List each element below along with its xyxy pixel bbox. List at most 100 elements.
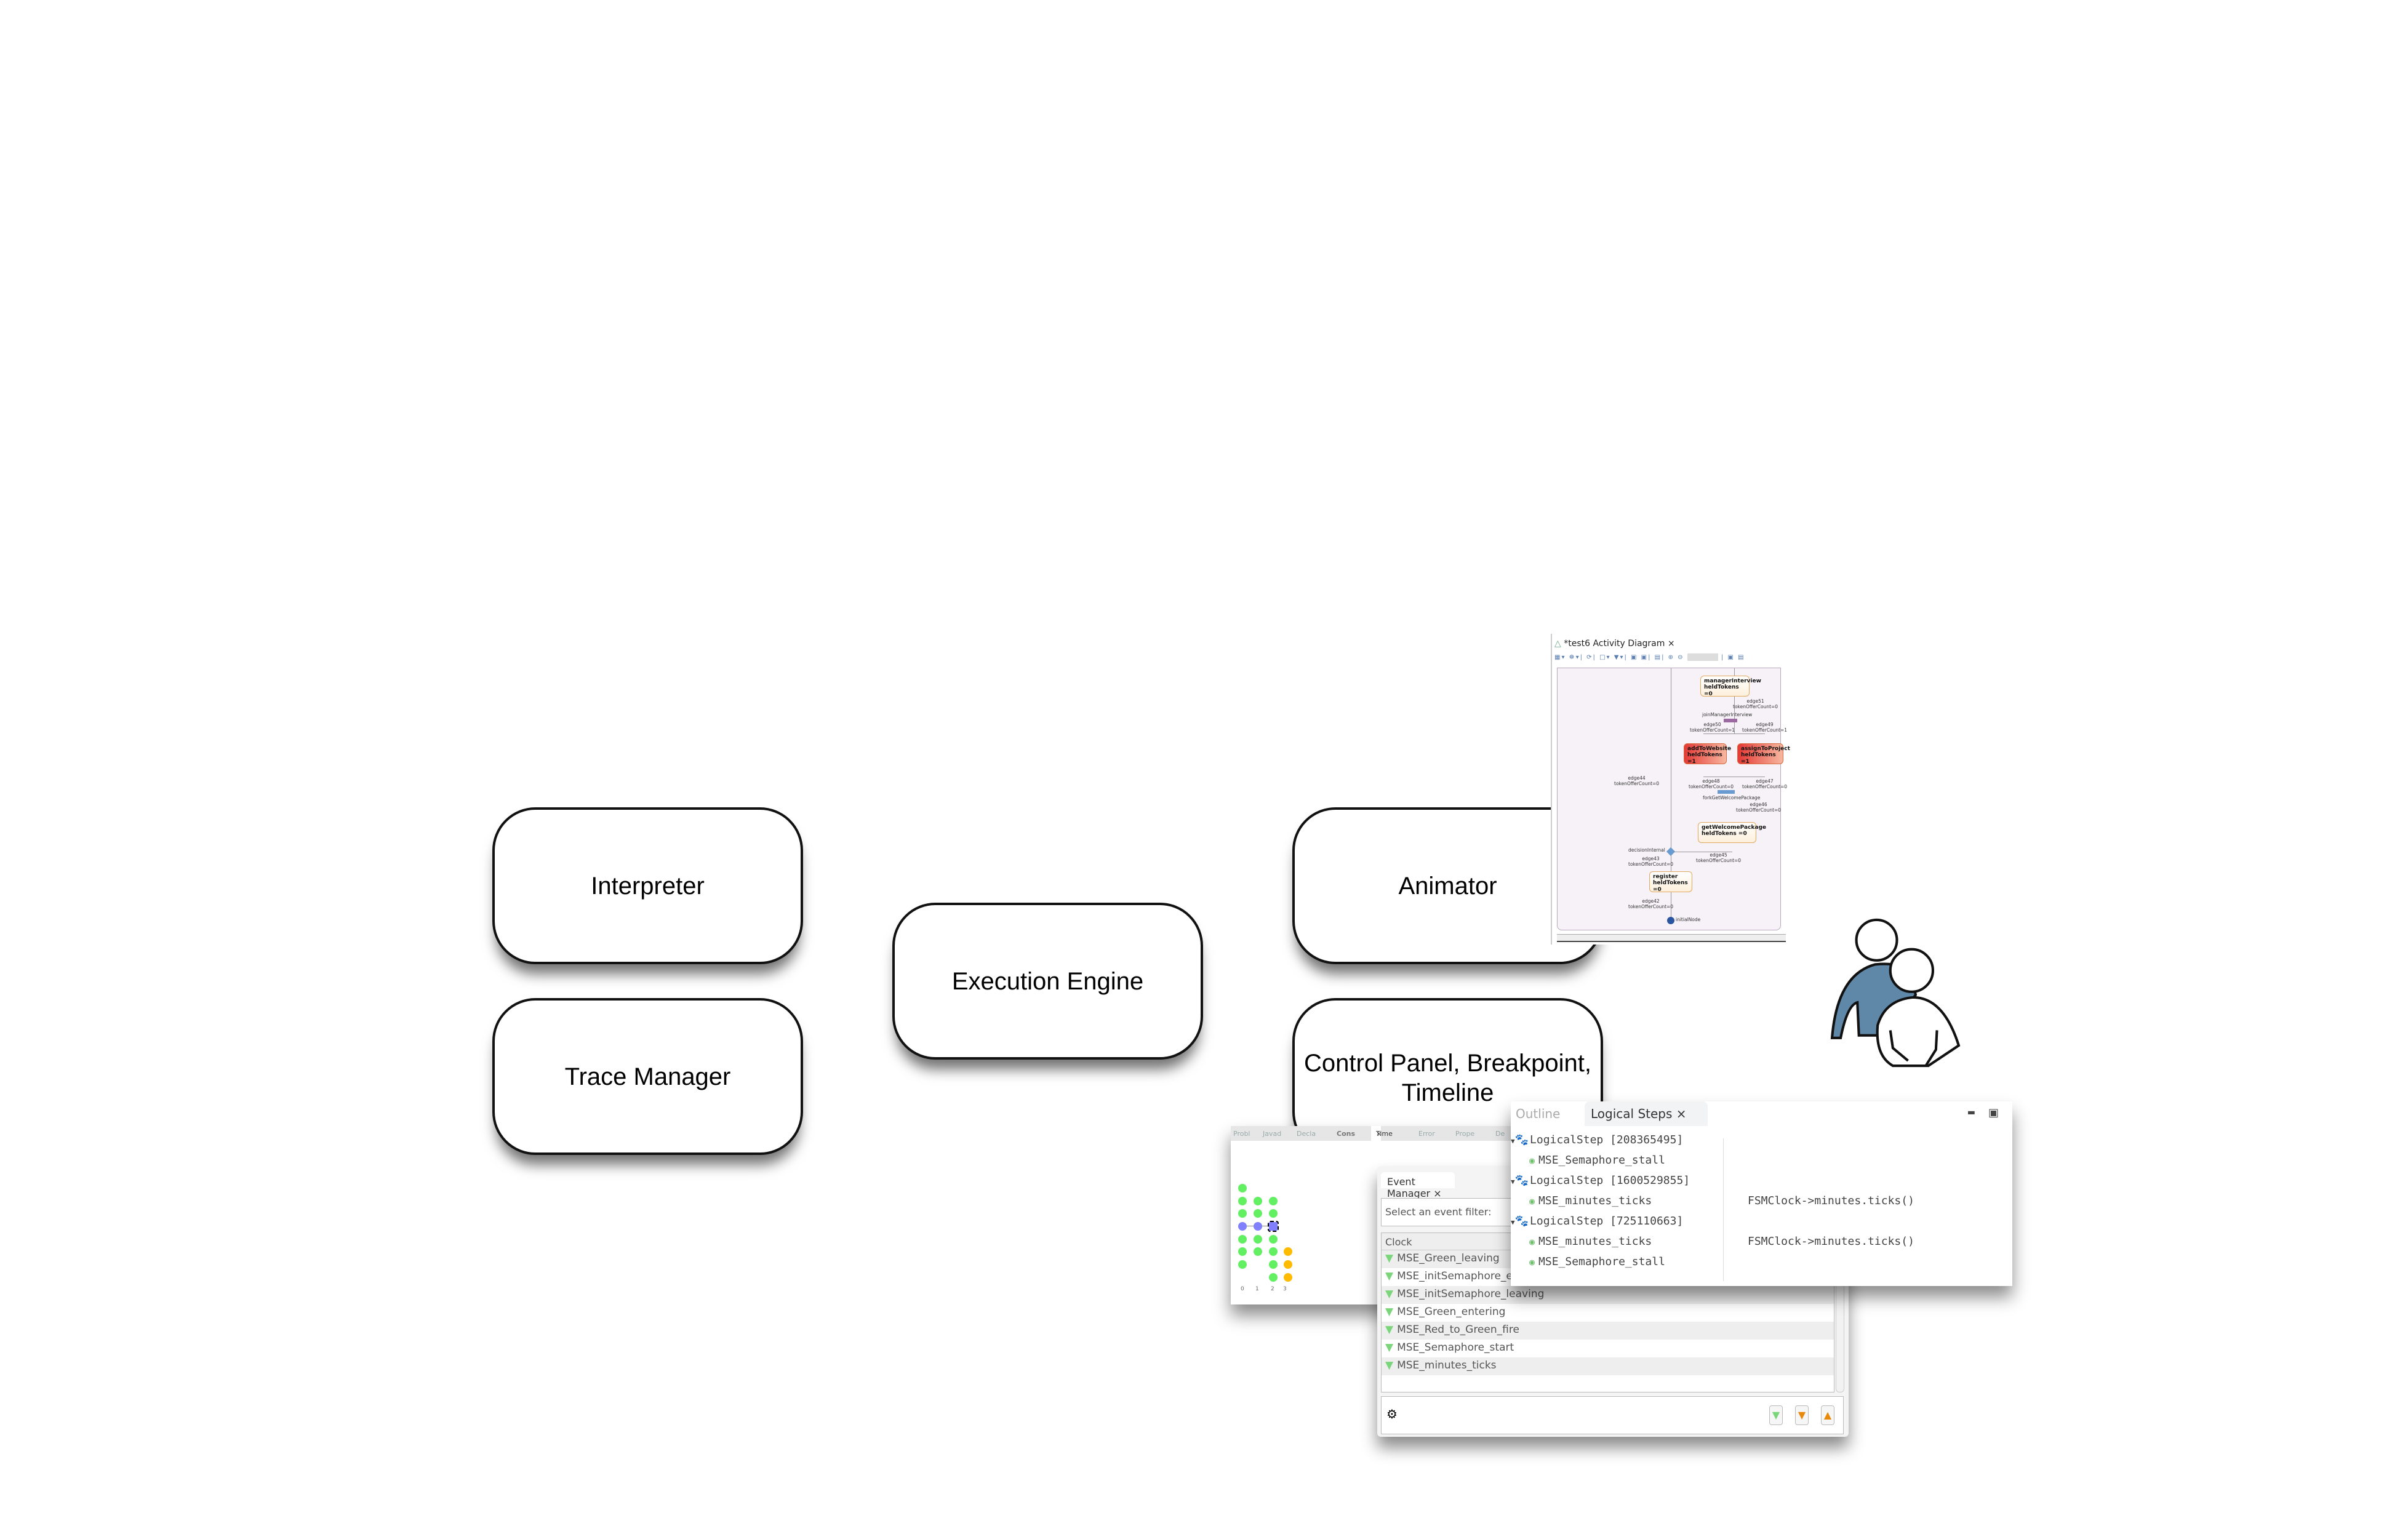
step-event-row[interactable]: ◉ MSE_Semaphore_stall xyxy=(1511,1255,1723,1276)
tab-event-manager[interactable]: Event Manager × xyxy=(1381,1172,1455,1199)
edge-label: edge51 tokenOfferCount=0 xyxy=(1733,698,1778,709)
logical-step-row[interactable]: ▼🐾 LogicalStep [1600529855] xyxy=(1511,1174,1723,1194)
expand-icon[interactable]: ▼ xyxy=(1511,1218,1515,1226)
row-label: MSE_minutes_ticks xyxy=(1538,1235,1652,1248)
close-icon[interactable]: × xyxy=(1668,639,1675,649)
step-detail: FSMClock->minutes.ticks() xyxy=(1748,1235,1914,1248)
interpreter-box: Interpreter xyxy=(492,807,803,964)
tab-timeline[interactable]: Time × xyxy=(1371,1126,1393,1141)
clock-icon: ▼ xyxy=(1385,1341,1394,1354)
row-label: MSE_Semaphore_stall xyxy=(1538,1154,1665,1167)
step-event-row[interactable]: ◉ MSE_minutes_ticks xyxy=(1511,1235,1723,1255)
node-name: managerInterview xyxy=(1704,678,1761,684)
clock-icon: ▼ xyxy=(1385,1270,1394,1282)
execution-engine-box: Execution Engine xyxy=(892,903,1203,1060)
event-label: MSE_Red_to_Green_fire xyxy=(1397,1324,1519,1336)
edge-label: edge50 tokenOfferCount=1 xyxy=(1690,722,1735,733)
horizontal-scrollbar[interactable] xyxy=(1557,934,1786,942)
fork-label: forkGetWelcomePackage xyxy=(1703,795,1761,801)
activity-node[interactable]: getWelcomePackage heldTokens =0 xyxy=(1698,822,1766,843)
diagram-icon: △ xyxy=(1554,639,1561,649)
edge-label: edge46 tokenOfferCount=0 xyxy=(1736,802,1782,813)
edge-label: edge45 tokenOfferCount=0 xyxy=(1696,852,1742,863)
step-event-row[interactable]: ◉ MSE_minutes_ticks xyxy=(1511,1194,1723,1215)
fork-bar xyxy=(1718,790,1735,794)
step-up-orange-button[interactable]: ▲ xyxy=(1821,1405,1834,1425)
initial-node xyxy=(1667,917,1674,924)
tab-javadoc[interactable]: Javad xyxy=(1263,1130,1281,1138)
expand-icon[interactable]: ▼ xyxy=(1511,1137,1515,1145)
paw-icon: 🐾 xyxy=(1514,1215,1529,1228)
decision-label: decisionInternal xyxy=(1628,847,1665,853)
animator-label: Animator xyxy=(1398,872,1497,900)
close-icon: × xyxy=(1376,1130,1382,1138)
event-row[interactable]: ▼ MSE_Red_to_Green_fire xyxy=(1382,1322,1834,1340)
activity-node-active[interactable]: addToWebsite heldTokens =1 xyxy=(1684,743,1731,765)
logical-step-row[interactable]: ▼🐾 LogicalStep [725110663] xyxy=(1511,1215,1723,1235)
activity-node[interactable]: register heldTokens =0 xyxy=(1649,871,1692,893)
activity-diagram-screenshot: △ *test6 Activity Diagram × ▦▾ ☸▾| ⟳| □▾… xyxy=(1551,634,1790,945)
row-label: LogicalStep [725110663] xyxy=(1530,1215,1684,1228)
event-label: MSE_initSemaphore_leaving xyxy=(1397,1288,1545,1300)
maximize-icon[interactable]: ▣ xyxy=(1988,1106,1999,1119)
eye-icon: ◉ xyxy=(1529,1256,1535,1268)
minimize-icon[interactable]: ▬ xyxy=(1967,1108,1975,1117)
paw-icon: 🐾 xyxy=(1514,1133,1529,1146)
logical-step-row[interactable]: ▼🐾 LogicalStep [208365495] xyxy=(1511,1133,1723,1154)
event-manager-footer: ⚙ ▼ ▼ ▲ xyxy=(1381,1396,1844,1434)
step-event-row[interactable]: ◉ MSE_Semaphore_stall xyxy=(1511,1154,1723,1174)
tab-console[interactable]: Cons xyxy=(1337,1130,1355,1138)
tick-label: 0 xyxy=(1241,1286,1244,1292)
event-label: MSE_Green_leaving xyxy=(1397,1252,1500,1264)
activity-node-active[interactable]: assignToProject heldTokens =1 xyxy=(1737,743,1790,765)
zoom-combo[interactable] xyxy=(1687,653,1718,661)
close-icon: × xyxy=(1676,1106,1687,1121)
tick-label: 3 xyxy=(1283,1286,1287,1292)
gear-icon[interactable]: ⚙ xyxy=(1386,1407,1398,1421)
diagram-toolbar[interactable]: ▦▾ ☸▾| ⟳| □▾ ▼▾| ▣ ▣| ▤| ⊕ ⊖ | ▣ ▤ xyxy=(1554,653,1745,661)
users-icon xyxy=(1830,918,1961,1068)
trace-manager-label: Trace Manager xyxy=(564,1063,731,1090)
event-label: MSE_Green_entering xyxy=(1397,1306,1506,1318)
eye-icon: ◉ xyxy=(1529,1236,1535,1247)
tab-logical-steps[interactable]: Logical Steps × xyxy=(1585,1101,1708,1126)
event-row[interactable]: ▼ MSE_initSemaphore_leaving xyxy=(1382,1286,1834,1304)
step-down-orange-button[interactable]: ▼ xyxy=(1795,1405,1809,1425)
edge-label: edge44 tokenOfferCount=0 xyxy=(1614,775,1660,786)
diagram-canvas[interactable]: managerInterview heldTokens =0 edge51 toke… xyxy=(1557,668,1790,930)
edge-label: edge48 tokenOfferCount=0 xyxy=(1689,778,1734,789)
clock-icon: ▼ xyxy=(1385,1359,1394,1372)
event-label: MSE_Semaphore_start xyxy=(1397,1341,1514,1354)
clock-icon: ▼ xyxy=(1385,1252,1394,1264)
eye-icon: ◉ xyxy=(1529,1196,1535,1207)
tab-outline[interactable]: Outline xyxy=(1516,1106,1560,1121)
expand-icon[interactable]: ▼ xyxy=(1511,1178,1515,1186)
tab-debug[interactable]: De xyxy=(1495,1130,1505,1138)
control-panel-label: Control Panel, Breakpoint, Timeline xyxy=(1304,1050,1591,1106)
tab-declaration[interactable]: Decla xyxy=(1297,1130,1316,1138)
event-row[interactable]: ▼ MSE_Green_entering xyxy=(1382,1304,1834,1322)
tab-error[interactable]: Error xyxy=(1418,1130,1435,1138)
node-tokens: heldTokens =0 xyxy=(1704,684,1739,697)
activity-node[interactable]: managerInterview heldTokens =0 xyxy=(1700,676,1761,697)
eye-icon: ◉ xyxy=(1529,1155,1535,1166)
timeline-tabbar: Probl Javad Decla Cons Time × Error Prop… xyxy=(1231,1126,1514,1141)
step-down-green-button[interactable]: ▼ xyxy=(1769,1405,1783,1425)
row-label: MSE_Semaphore_stall xyxy=(1538,1255,1665,1268)
event-row[interactable]: ▼ MSE_minutes_ticks xyxy=(1382,1357,1834,1375)
logical-steps-tree[interactable]: ▼🐾 LogicalStep [208365495] ◉ MSE_Semaphore_… xyxy=(1511,1133,1723,1276)
edge-label: edge43 tokenOfferCount=0 xyxy=(1628,856,1674,867)
execution-engine-label: Execution Engine xyxy=(951,967,1144,995)
tab-properties[interactable]: Prope xyxy=(1455,1130,1474,1138)
edge-label: edge49 tokenOfferCount=1 xyxy=(1742,722,1788,733)
decision-diamond xyxy=(1666,847,1676,857)
row-label: MSE_minutes_ticks xyxy=(1538,1194,1652,1207)
initial-label: initialNode xyxy=(1676,917,1701,922)
clock-icon: ▼ xyxy=(1385,1288,1394,1300)
activity-diagram-tab[interactable]: △ *test6 Activity Diagram × xyxy=(1554,639,1675,649)
tab-problems[interactable]: Probl xyxy=(1233,1130,1250,1138)
trace-manager-box: Trace Manager xyxy=(492,998,803,1155)
edge-label: edge47 tokenOfferCount=0 xyxy=(1742,778,1788,789)
join-label: joinManagerInterview xyxy=(1702,712,1753,717)
event-row[interactable]: ▼ MSE_Semaphore_start xyxy=(1382,1340,1834,1357)
